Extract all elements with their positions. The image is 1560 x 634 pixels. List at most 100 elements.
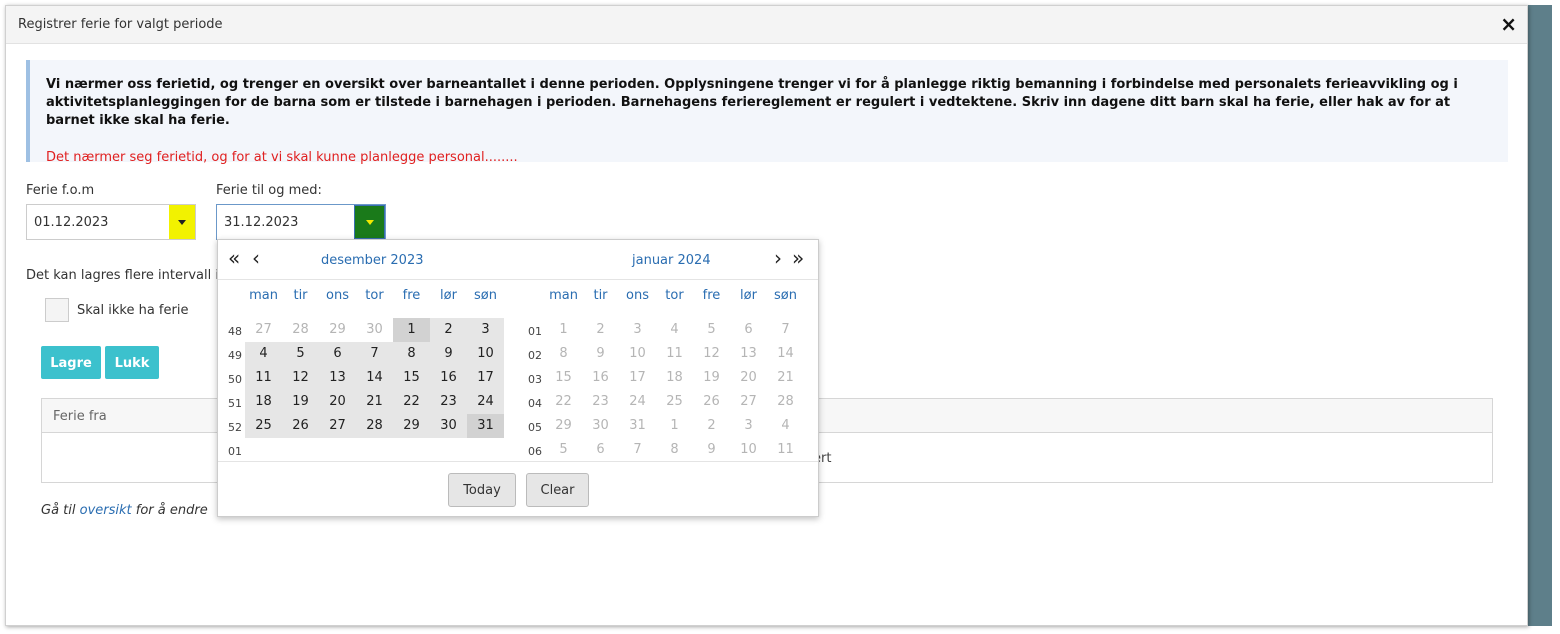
prev-month-icon[interactable]: ‹	[252, 246, 260, 270]
calendar-day[interactable]: 27	[319, 414, 356, 438]
calendar-day[interactable]: 11	[245, 366, 282, 390]
calendar-day[interactable]: 16	[582, 366, 619, 390]
calendar-day[interactable]: 6	[730, 318, 767, 342]
calendar-day[interactable]: 15	[393, 366, 430, 390]
calendar-day[interactable]: 19	[693, 366, 730, 390]
calendar-day[interactable]: 5	[545, 438, 582, 462]
close-button[interactable]: Lukk	[105, 346, 159, 379]
calendar-day[interactable]: 6	[319, 342, 356, 366]
info-bold-text: Vi nærmer oss ferietid, og trenger en ov…	[46, 77, 1458, 128]
next-month-icon[interactable]: ›	[774, 246, 782, 270]
calendar-day[interactable]: 12	[282, 366, 319, 390]
calendar-day[interactable]: 9	[582, 342, 619, 366]
calendar-day[interactable]: 31	[619, 414, 656, 438]
calendar-day[interactable]: 19	[282, 390, 319, 414]
calendar-day[interactable]: 7	[619, 438, 656, 462]
calendar-day[interactable]: 22	[393, 390, 430, 414]
calendar-day[interactable]: 12	[693, 342, 730, 366]
calendar-day[interactable]: 10	[730, 438, 767, 462]
calendar-day[interactable]: 9	[693, 438, 730, 462]
close-icon[interactable]: ×	[1500, 13, 1517, 35]
calendar-day[interactable]: 27	[730, 390, 767, 414]
next-year-icon[interactable]: »	[792, 246, 804, 270]
calendar-day[interactable]: 4	[767, 414, 804, 438]
calendar-day[interactable]: 31	[467, 414, 504, 438]
calendar-day[interactable]: 3	[619, 318, 656, 342]
calendar-day[interactable]: 8	[393, 342, 430, 366]
calendar-day[interactable]: 30	[582, 414, 619, 438]
calendar-day[interactable]: 29	[319, 318, 356, 342]
calendar-day[interactable]: 4	[656, 318, 693, 342]
calendar-day[interactable]: 3	[730, 414, 767, 438]
calendar-day[interactable]: 13	[319, 366, 356, 390]
clear-button[interactable]: Clear	[526, 473, 589, 507]
calendar-day[interactable]: 30	[356, 318, 393, 342]
calendar-day[interactable]: 30	[430, 414, 467, 438]
calendar-day[interactable]: 28	[282, 318, 319, 342]
calendar-day[interactable]: 16	[430, 366, 467, 390]
from-date-input[interactable]	[27, 205, 167, 239]
calendar-day[interactable]: 13	[730, 342, 767, 366]
today-button[interactable]: Today	[448, 473, 516, 507]
calendar-day[interactable]: 23	[430, 390, 467, 414]
calendar-day[interactable]: 1	[393, 318, 430, 342]
calendar-day[interactable]: 7	[767, 318, 804, 342]
calendar-day[interactable]: 21	[356, 390, 393, 414]
weekday-header: ons	[626, 288, 649, 303]
calendar-day[interactable]: 20	[319, 390, 356, 414]
month-title-left[interactable]: desember 2023	[321, 253, 424, 268]
calendar-day[interactable]: 25	[656, 390, 693, 414]
calendar-day[interactable]: 26	[693, 390, 730, 414]
calendar-day[interactable]: 28	[767, 390, 804, 414]
to-date-input[interactable]	[217, 205, 352, 239]
calendar-day[interactable]: 29	[393, 414, 430, 438]
calendar-day[interactable]: 9	[430, 342, 467, 366]
calendar-day[interactable]: 3	[467, 318, 504, 342]
calendar-day[interactable]: 26	[282, 414, 319, 438]
calendar-day[interactable]: 25	[245, 414, 282, 438]
calendar-day[interactable]: 17	[467, 366, 504, 390]
calendar-day[interactable]: 27	[245, 318, 282, 342]
calendar-day[interactable]: 23	[582, 390, 619, 414]
calendar-day[interactable]: 21	[767, 366, 804, 390]
calendar-day[interactable]: 1	[545, 318, 582, 342]
no-vacation-checkbox[interactable]	[45, 298, 69, 322]
dialog-title: Registrer ferie for valgt periode	[18, 17, 223, 32]
calendar-day[interactable]: 24	[619, 390, 656, 414]
calendar-day[interactable]: 29	[545, 414, 582, 438]
calendar-day[interactable]: 4	[245, 342, 282, 366]
month-title-right[interactable]: januar 2024	[632, 253, 711, 268]
calendar-day[interactable]: 1	[656, 414, 693, 438]
calendar-day[interactable]: 24	[467, 390, 504, 414]
calendar-popup: « ‹ desember 2023 januar 2024 › » man tir…	[217, 239, 819, 517]
calendar-day[interactable]: 8	[545, 342, 582, 366]
calendar-day[interactable]: 14	[356, 366, 393, 390]
prev-year-icon[interactable]: «	[228, 246, 240, 270]
calendar-day[interactable]: 17	[619, 366, 656, 390]
calendar-day[interactable]: 2	[582, 318, 619, 342]
to-dropdown-icon	[365, 220, 374, 225]
calendar-day[interactable]: 15	[545, 366, 582, 390]
calendar-day[interactable]: 8	[656, 438, 693, 462]
calendar-day[interactable]: 10	[619, 342, 656, 366]
calendar-day[interactable]: 28	[356, 414, 393, 438]
calendar-day[interactable]: 22	[545, 390, 582, 414]
from-calendar-button[interactable]	[169, 205, 195, 239]
calendar-day[interactable]: 7	[356, 342, 393, 366]
calendar-day[interactable]: 6	[582, 438, 619, 462]
save-button[interactable]: Lagre	[41, 346, 101, 379]
overview-link[interactable]: oversikt	[80, 503, 132, 518]
calendar-day[interactable]: 18	[245, 390, 282, 414]
calendar-day[interactable]: 2	[693, 414, 730, 438]
calendar-day[interactable]: 11	[767, 438, 804, 462]
to-calendar-button[interactable]	[354, 205, 385, 239]
calendar-day[interactable]: 11	[656, 342, 693, 366]
calendar-day[interactable]: 20	[730, 366, 767, 390]
calendar-footer-divider	[218, 461, 818, 462]
calendar-day[interactable]: 2	[430, 318, 467, 342]
calendar-day[interactable]: 18	[656, 366, 693, 390]
calendar-day[interactable]: 14	[767, 342, 804, 366]
calendar-day[interactable]: 5	[282, 342, 319, 366]
calendar-day[interactable]: 5	[693, 318, 730, 342]
calendar-day[interactable]: 10	[467, 342, 504, 366]
